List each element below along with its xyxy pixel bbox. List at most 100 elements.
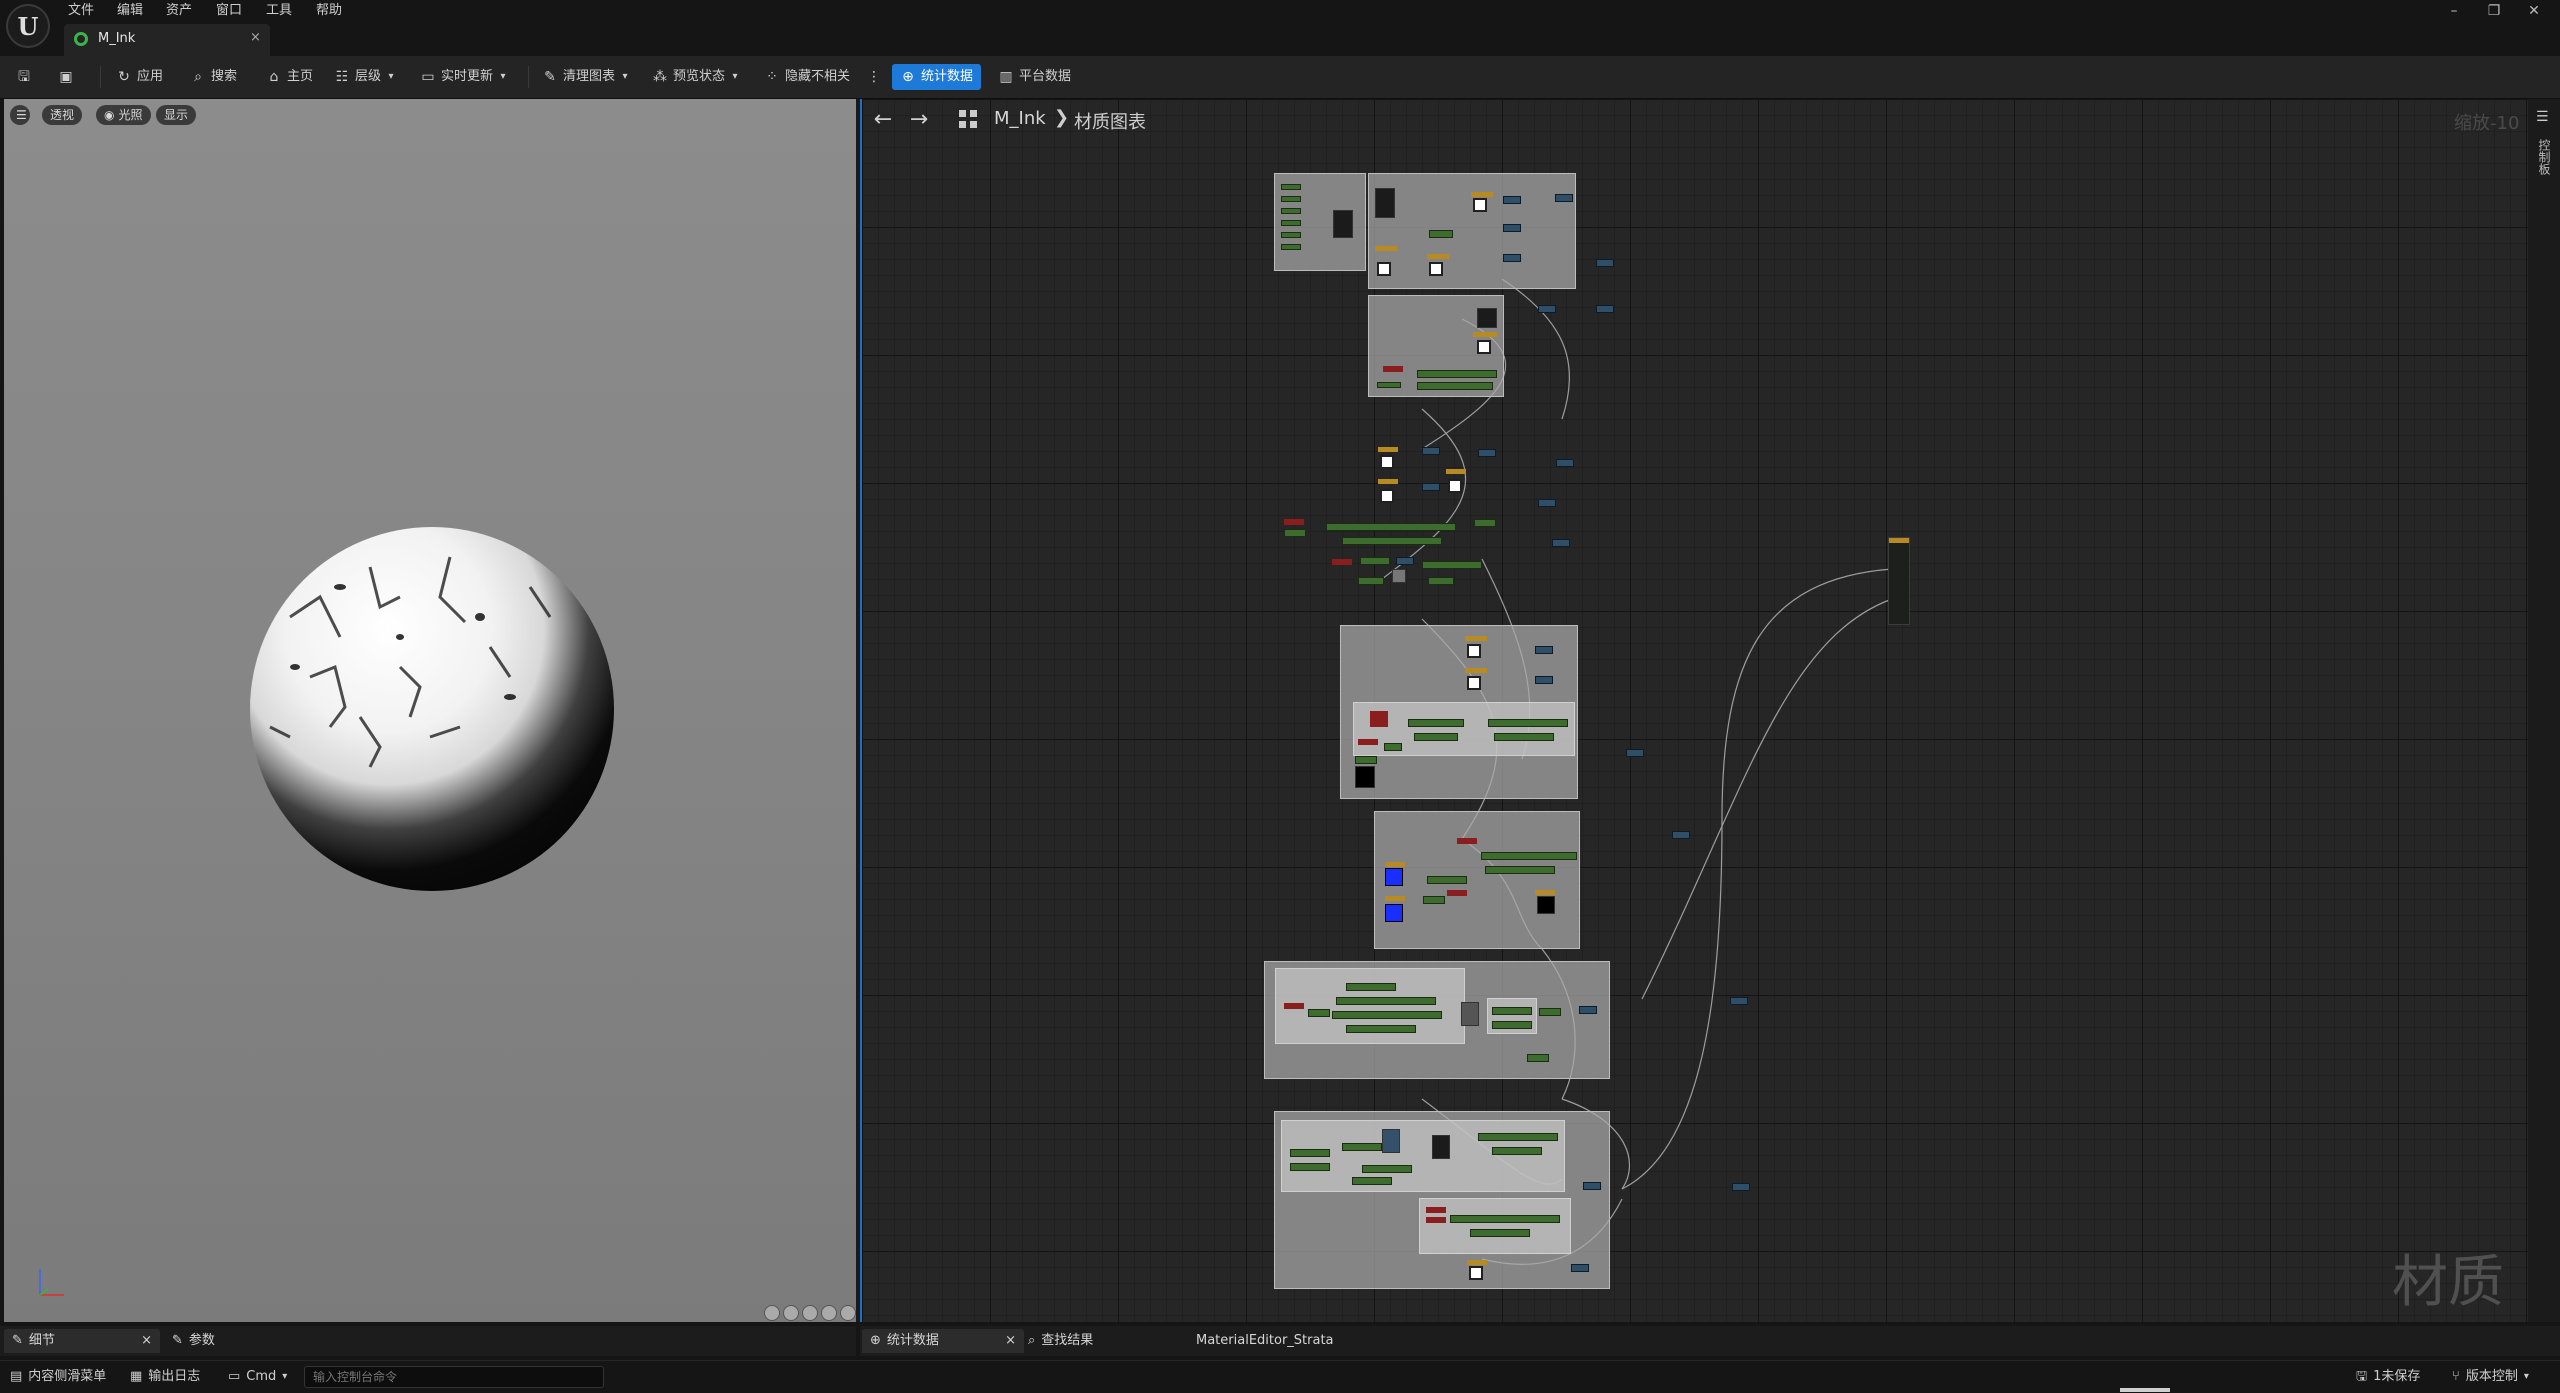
graph-node[interactable] [1382,1129,1400,1153]
graph-node[interactable] [1478,1133,1558,1141]
clean-graph-button[interactable]: ✎ 清理图表 ▾ [542,64,630,90]
graph-node[interactable] [1579,1006,1597,1014]
palette-menu-icon[interactable]: ☰ [2536,109,2549,125]
graph-node[interactable] [1492,1007,1532,1015]
graph-node[interactable] [1377,382,1401,388]
graph-node[interactable] [1478,449,1496,457]
graph-node[interactable] [1375,246,1397,251]
platform-stats-button[interactable]: ▥ 平台数据 [998,64,1071,90]
material-graph[interactable]: ← → M_Ink ❯ 材质图表 缩放-10 材质 [860,99,2530,1322]
graph-node[interactable] [1380,489,1394,503]
graph-node[interactable] [1332,559,1352,565]
comment-box[interactable] [1274,173,1366,271]
comment-box[interactable] [1419,1198,1571,1254]
cmd-dropdown[interactable]: ▭ Cmd ▾ [228,1366,287,1388]
graph-node[interactable] [1428,577,1454,585]
console-command-input[interactable] [304,1366,604,1388]
graph-node[interactable] [1477,308,1497,328]
graph-node[interactable] [1355,766,1375,788]
graph-node[interactable] [1471,192,1493,197]
comment-box[interactable] [1353,702,1575,756]
graph-node[interactable] [1555,194,1573,202]
graph-node[interactable] [1469,1266,1483,1280]
graph-node[interactable] [1385,896,1405,901]
graph-node[interactable] [1422,483,1440,491]
graph-node[interactable] [1596,305,1614,313]
menu-window[interactable]: 窗口 [216,0,242,22]
graph-node[interactable] [1385,868,1403,886]
hide-unrelated-button[interactable]: ⁘ 隐藏不相关 [764,64,850,90]
more-options-icon[interactable]: ⋮ [866,64,882,90]
graph-node[interactable] [1392,569,1406,583]
graph-node[interactable] [1730,997,1748,1005]
tab-parameters[interactable]: ✎ 参数 [164,1329,223,1353]
minimize-button[interactable]: – [2434,0,2474,24]
graph-node[interactable] [1448,479,1462,493]
graph-node[interactable] [1427,876,1467,884]
graph-node[interactable] [1494,733,1554,741]
menu-tools[interactable]: 工具 [266,0,292,22]
graph-node[interactable] [1336,997,1436,1005]
graph-node[interactable] [1538,305,1556,313]
graph-node[interactable] [1583,1182,1601,1190]
graph-node[interactable] [1290,1149,1330,1157]
preview-state-button[interactable]: ⁂ 预览状态 ▾ [652,64,740,90]
graph-node[interactable] [1626,749,1644,757]
graph-node[interactable] [1446,469,1466,474]
graph-node[interactable] [1281,208,1301,214]
material-output-node[interactable] [1888,537,1910,625]
content-drawer-button[interactable]: ▤ 内容侧滑菜单 [10,1366,106,1388]
graph-node[interactable] [1503,196,1521,204]
graph-node[interactable] [1473,198,1487,212]
graph-node[interactable] [1281,196,1301,202]
graph-node[interactable] [1422,561,1482,569]
graph-node[interactable] [1383,366,1403,372]
graph-node[interactable] [1308,1009,1330,1017]
graph-node[interactable] [1426,1207,1446,1213]
graph-node[interactable] [1465,636,1487,641]
graph-node[interactable] [1538,499,1556,507]
graph-node[interactable] [1457,838,1477,844]
tab-stats[interactable]: ⊕ 统计数据 × [862,1329,1024,1353]
graph-node[interactable] [1417,370,1497,378]
graph-node[interactable] [1596,259,1614,267]
stats-button[interactable]: ⊕ 统计数据 [892,64,982,90]
graph-node[interactable] [1477,340,1491,354]
graph-node[interactable] [1503,254,1521,262]
graph-node[interactable] [1535,646,1553,654]
asset-tab[interactable]: M_Ink × [64,24,270,56]
graph-node[interactable] [1384,743,1402,751]
graph-node[interactable] [1492,1147,1542,1155]
graph-node[interactable] [1492,1021,1532,1029]
graph-node[interactable] [1423,896,1445,904]
graph-node[interactable] [1732,1183,1750,1191]
graph-node[interactable] [1503,224,1521,232]
comment-box[interactable] [1340,625,1578,799]
graph-node[interactable] [1535,676,1553,684]
graph-node[interactable] [1408,719,1464,727]
restore-button[interactable]: ❐ [2474,0,2514,24]
comment-box[interactable] [1264,961,1610,1079]
home-button[interactable]: ⌂ 主页 [266,64,313,90]
graph-node[interactable] [1342,1143,1382,1151]
graph-node[interactable] [1447,890,1467,896]
graph-node[interactable] [1378,447,1398,452]
graph-node[interactable] [1326,523,1456,531]
menu-help[interactable]: 帮助 [316,0,342,22]
output-log-button[interactable]: ▦ 输出日志 [130,1366,200,1388]
browse-button[interactable]: ▣ [58,64,74,90]
graph-node[interactable] [1281,220,1301,226]
preview-viewport[interactable]: ☰ 透视 ◉ 光照 显示 [4,99,856,1322]
menu-edit[interactable]: 编辑 [117,0,143,22]
comment-box[interactable] [1368,173,1576,289]
graph-node[interactable] [1342,537,1442,545]
palette-label[interactable]: 控制板 [2536,139,2553,175]
sphere-icon[interactable] [783,1305,799,1321]
custom-mesh-icon[interactable] [840,1305,856,1321]
graph-node[interactable] [1473,332,1497,337]
graph-node[interactable] [1284,1003,1304,1009]
graph-node[interactable] [1432,1135,1450,1159]
graph-node[interactable] [1346,1025,1416,1033]
plane-icon[interactable] [802,1305,818,1321]
graph-node[interactable] [1370,711,1388,727]
